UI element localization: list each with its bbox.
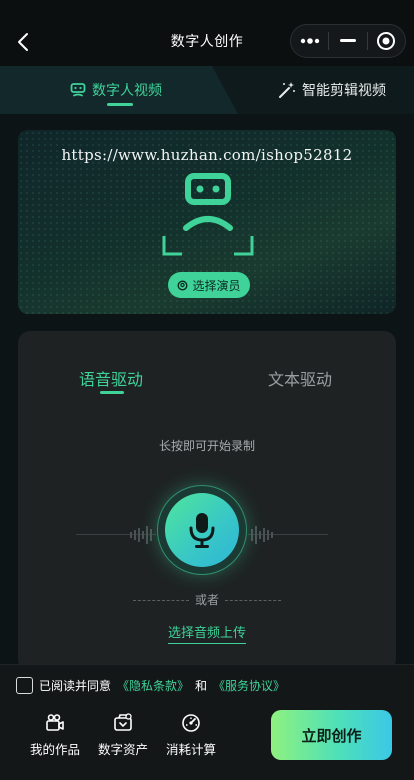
agreement-prefix: 已阅读并同意 (39, 679, 112, 693)
watermark-text: https://www.huzhan.com/ishop52812 (61, 146, 353, 164)
nav-digital-assets[interactable]: 数字资产 (98, 713, 148, 758)
upload-audio-link[interactable]: 选择音频上传 (0, 622, 414, 644)
or-label: 或者 (194, 593, 219, 607)
microphone-icon (189, 513, 215, 548)
upload-audio-label: 选择音频上传 (167, 626, 246, 644)
tab-voice-drive[interactable]: 语音驱动 (79, 366, 143, 390)
navigation-bar: 数字人创作 (0, 0, 414, 66)
record-hint: 长按即可开始录制 (158, 439, 255, 453)
minimize-icon[interactable] (329, 24, 366, 58)
robot-avatar-icon (162, 170, 254, 256)
nav-label: 我的作品 (30, 742, 81, 757)
nav-label: 消耗计算 (166, 742, 217, 757)
sound-wave-left-icon (130, 526, 152, 544)
nav-my-works[interactable]: 我的作品 (30, 713, 80, 758)
robot-head-icon (70, 83, 86, 97)
gauge-icon (182, 714, 200, 732)
asset-icon (114, 713, 132, 731)
tab-label: 数字人视频 (92, 83, 162, 99)
tab-text-drive[interactable]: 文本驱动 (268, 366, 332, 390)
tab-digital-human-video[interactable]: 数字人视频 (70, 66, 162, 114)
tab-smart-edit-video[interactable]: 智能剪辑视频 (278, 66, 386, 114)
or-separator: 或者 (0, 591, 414, 608)
actor-icon (177, 279, 188, 291)
sound-wave-right-icon (251, 526, 273, 544)
nav-cost-calculator[interactable]: 消耗计算 (166, 713, 216, 758)
agreement-row: 已阅读并同意 《隐私条款》 和 《服务协议》 (16, 677, 285, 694)
more-icon[interactable] (291, 24, 328, 58)
select-actor-label: 选择演员 (192, 278, 241, 293)
select-actor-button[interactable]: 选择演员 (168, 272, 250, 298)
create-now-button[interactable]: 立即创作 (271, 710, 392, 760)
drive-tab-indicator (100, 391, 124, 394)
magic-wand-icon (279, 82, 295, 98)
record-button[interactable] (165, 493, 239, 567)
close-target-icon[interactable] (368, 24, 405, 58)
tab-label: 智能剪辑视频 (302, 83, 386, 99)
nav-label: 数字资产 (98, 742, 149, 757)
service-agreement-link[interactable]: 《服务协议》 (213, 677, 285, 694)
camera-icon (46, 714, 64, 731)
agreement-and: 和 (195, 679, 208, 693)
privacy-terms-link[interactable]: 《隐私条款》 (117, 677, 189, 694)
agreement-checkbox[interactable] (16, 677, 33, 694)
miniprogram-capsule (290, 24, 406, 58)
tab-active-indicator (107, 103, 133, 106)
